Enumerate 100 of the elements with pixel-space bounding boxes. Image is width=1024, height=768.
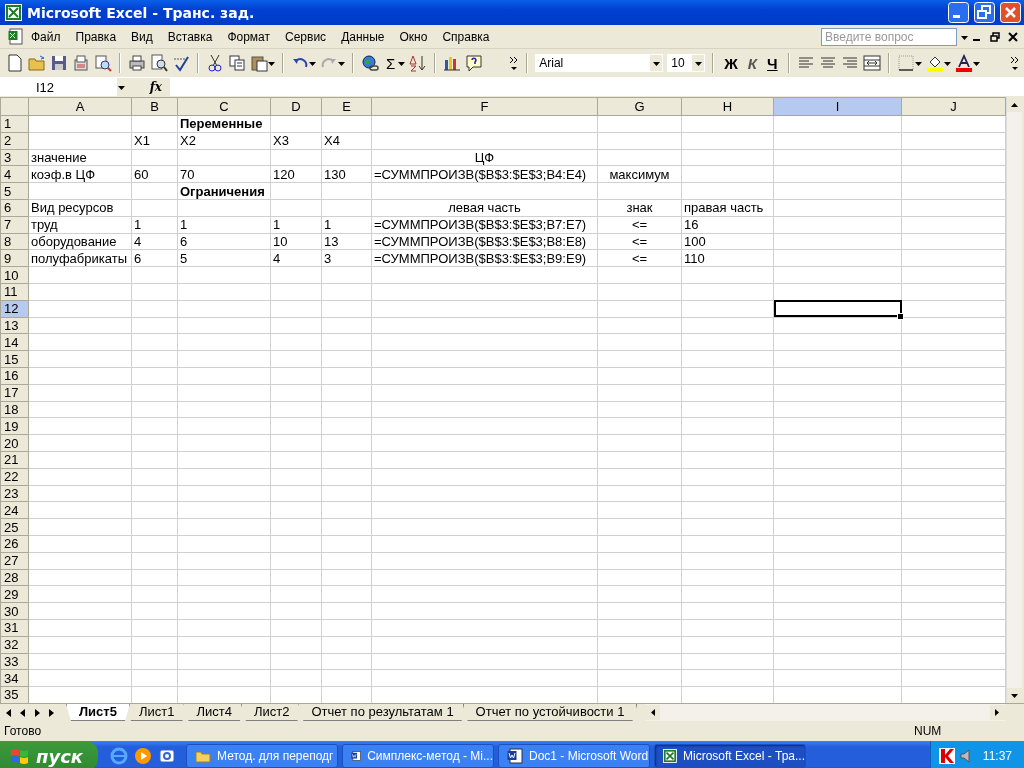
column-header[interactable]: C [177, 97, 271, 116]
column-header[interactable]: B [131, 97, 178, 116]
start-button[interactable]: пуск [0, 741, 98, 768]
table-cell: правая часть [681, 199, 774, 217]
table-cell: 6 [177, 233, 271, 250]
clock: 11:37 [982, 749, 1013, 763]
window-title: Microsoft Excel - Транс. зад. [27, 4, 256, 21]
windows-flag-icon [10, 747, 30, 765]
table-cell: Ограничения [177, 182, 271, 200]
insert-function-button[interactable]: fx [149, 80, 162, 94]
menu-item[interactable]: Формат [220, 27, 279, 46]
antivirus-icon[interactable] [939, 748, 955, 764]
table-cell: 1 [177, 216, 271, 234]
open-folder-icon[interactable] [28, 54, 46, 72]
previous-sheet-icon[interactable] [18, 707, 28, 718]
previous-sheet-icon[interactable] [4, 707, 14, 718]
italic-button[interactable]: К [744, 54, 761, 72]
table-cell: Переменные [177, 115, 271, 133]
cut-icon[interactable] [206, 54, 224, 72]
column-header[interactable]: E [321, 97, 372, 116]
table-cell: 110 [681, 249, 774, 267]
copy-icon[interactable] [228, 54, 246, 72]
help-search-field[interactable]: Введите вопрос [821, 27, 957, 46]
table-cell: 70 [177, 165, 271, 183]
font-size-dropdown[interactable]: 10 [667, 54, 706, 72]
table-cell: =СУММПРОИЗВ($B$3:$E$3;B8:E8) [371, 233, 598, 250]
print-preview-icon[interactable] [94, 54, 112, 72]
table-cell: X1 [131, 132, 178, 150]
word-document-icon [351, 748, 362, 764]
scroll-right-icon[interactable] [990, 705, 1005, 720]
autosum-button[interactable]: Σ [383, 54, 399, 72]
table-cell: Вид ресурсов [28, 199, 132, 217]
save-icon[interactable] [50, 54, 68, 72]
menu-item[interactable]: Правка [68, 27, 125, 46]
sheet-tab[interactable]: Отчет по устойчивости 1 [462, 704, 638, 721]
magnifier-page-icon[interactable] [150, 54, 168, 72]
taskbar-button[interactable]: Microsoft Excel - Тра... [654, 744, 806, 768]
merge-center-icon[interactable] [862, 54, 881, 72]
taskbar-button[interactable]: Симплекс-метод - Mi... [342, 744, 494, 768]
menu-item[interactable]: Данные [334, 27, 393, 46]
close-icon[interactable] [1008, 31, 1018, 42]
sheet-tab[interactable]: Лист5 [66, 704, 130, 721]
next-sheet-icon[interactable] [46, 707, 56, 718]
table-cell: 4 [131, 233, 178, 250]
media-player-icon[interactable] [134, 747, 152, 765]
table-cell: ЦФ [371, 149, 598, 166]
scroll-left-icon[interactable] [645, 705, 661, 720]
new-document-icon[interactable] [6, 54, 24, 72]
toolbar-options-icon[interactable] [1010, 54, 1020, 72]
font-color-icon[interactable] [954, 54, 973, 72]
menu-item[interactable]: Окно [392, 27, 436, 46]
font-dropdown[interactable]: Arial [535, 54, 664, 72]
print-icon[interactable] [128, 54, 146, 72]
column-header[interactable]: J [901, 97, 1006, 116]
permission-icon[interactable] [72, 54, 90, 72]
chart-icon[interactable] [443, 54, 462, 72]
num-lock-indicator: NUM [914, 724, 942, 738]
table-cell: <= [597, 233, 682, 250]
taskbar-button[interactable]: Doc1 - Microsoft Word [498, 744, 650, 768]
column-header[interactable]: I [773, 97, 902, 116]
table-cell: 4 [270, 249, 322, 267]
menu-item[interactable]: Сервис [278, 27, 335, 46]
next-sheet-icon[interactable] [32, 707, 42, 718]
table-cell: знак [597, 199, 682, 217]
paste-icon[interactable] [250, 54, 268, 72]
table-cell: 10 [270, 233, 322, 250]
column-header[interactable]: A [28, 97, 132, 116]
table-cell: <= [597, 249, 682, 267]
table-cell: 120 [270, 165, 322, 183]
menu-item[interactable]: Вид [124, 27, 161, 46]
sort-icon[interactable] [409, 54, 428, 72]
excel-icon [663, 748, 677, 764]
table-cell: 5 [177, 249, 271, 267]
column-header[interactable]: G [597, 97, 682, 116]
spell-check-icon[interactable] [172, 54, 190, 72]
column-header[interactable]: D [270, 97, 322, 116]
cell-cursor[interactable] [773, 300, 902, 318]
menu-item[interactable]: Файл [24, 27, 69, 46]
menu-item[interactable]: Справка [435, 27, 498, 46]
column-header[interactable]: F [371, 97, 598, 116]
vertical-scrollbar[interactable] [1006, 97, 1022, 703]
table-cell: 16 [681, 216, 774, 234]
table-cell: X2 [177, 132, 271, 150]
borders-icon[interactable] [896, 54, 915, 72]
globe-icon[interactable] [361, 54, 379, 72]
taskbar-button[interactable]: Метод. для переподг [186, 744, 338, 768]
menu-item[interactable]: Вставка [160, 27, 221, 46]
table-cell: =СУММПРОИЗВ($B$3:$E$3;B4:E4) [371, 165, 598, 183]
column-header[interactable]: H [681, 97, 774, 116]
fill-color-icon[interactable] [925, 54, 944, 72]
bold-button[interactable]: Ж [721, 54, 741, 72]
table-cell: <= [597, 216, 682, 234]
underline-button[interactable]: Ч [764, 54, 781, 72]
help-icon[interactable] [465, 54, 484, 72]
restore-icon[interactable] [990, 31, 1000, 42]
table-cell: 1 [270, 216, 322, 234]
table-cell: 1 [131, 216, 178, 234]
table-cell: 100 [681, 233, 774, 250]
toolbar-options-icon[interactable] [509, 54, 520, 72]
document-icon[interactable] [8, 28, 24, 45]
